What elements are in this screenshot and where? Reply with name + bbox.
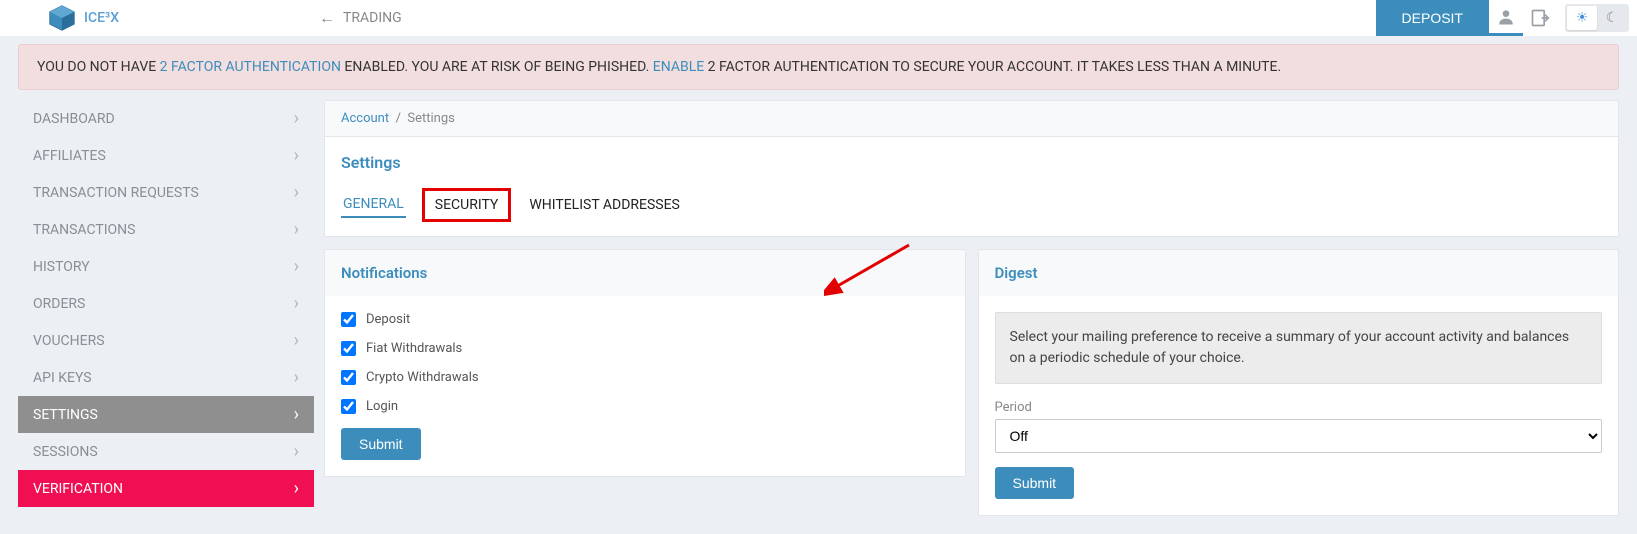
- digest-body: Select your mailing preference to receiv…: [978, 296, 1620, 516]
- chevron-right-icon: ›: [294, 404, 299, 425]
- notifications-submit-button[interactable]: Submit: [341, 428, 421, 460]
- nav-label: TRADING: [343, 10, 402, 26]
- tab-general[interactable]: GENERAL: [341, 192, 406, 218]
- digest-description: Select your mailing preference to receiv…: [995, 312, 1603, 384]
- checkbox-deposit[interactable]: [341, 312, 356, 327]
- settings-tabs: GENERAL SECURITY WHITELIST ADDRESSES: [341, 188, 1602, 236]
- sidebar-item-orders[interactable]: ORDERS›: [18, 285, 314, 322]
- period-select[interactable]: Off: [995, 419, 1603, 453]
- light-mode-icon[interactable]: ☀: [1567, 6, 1597, 30]
- checkbox-crypto-withdrawals[interactable]: [341, 370, 356, 385]
- breadcrumb: Account / Settings: [341, 111, 1602, 126]
- settings-panel: Account / Settings Settings GENERAL SECU…: [324, 100, 1619, 237]
- notif-login[interactable]: Login: [341, 399, 949, 414]
- digest-submit-button[interactable]: Submit: [995, 467, 1075, 499]
- breadcrumb-current: Settings: [407, 111, 454, 126]
- notifications-title: Notifications: [341, 264, 949, 282]
- chevron-right-icon: ›: [294, 441, 299, 462]
- sidebar-item-verification[interactable]: VERIFICATION›: [18, 470, 314, 507]
- chevron-right-icon: ›: [294, 330, 299, 351]
- sidebar-item-affiliates[interactable]: AFFILIATES›: [18, 137, 314, 174]
- notif-deposit[interactable]: Deposit: [341, 312, 949, 327]
- digest-title: Digest: [995, 264, 1603, 282]
- sidebar-item-transaction-requests[interactable]: TRANSACTION REQUESTS›: [18, 174, 314, 211]
- brand-logo[interactable]: ICE³X: [48, 4, 119, 32]
- chevron-right-icon: ›: [294, 256, 299, 277]
- two-factor-alert: YOU DO NOT HAVE 2 FACTOR AUTHENTICATION …: [18, 44, 1619, 90]
- chevron-right-icon: ›: [294, 145, 299, 166]
- notifications-body: Deposit Fiat Withdrawals Crypto Withdraw…: [324, 296, 966, 477]
- nav-back[interactable]: ← TRADING: [319, 8, 402, 28]
- digest-header: Digest: [978, 249, 1620, 296]
- chevron-right-icon: ›: [294, 478, 299, 499]
- tab-security[interactable]: SECURITY: [422, 188, 512, 222]
- sidebar-item-dashboard[interactable]: DASHBOARD›: [18, 100, 314, 137]
- checkbox-fiat-withdrawals[interactable]: [341, 341, 356, 356]
- settings-title: Settings: [341, 153, 1602, 172]
- tab-whitelist[interactable]: WHITELIST ADDRESSES: [527, 193, 682, 217]
- sidebar-item-history[interactable]: HISTORY›: [18, 248, 314, 285]
- sidebar-item-vouchers[interactable]: VOUCHERS›: [18, 322, 314, 359]
- chevron-right-icon: ›: [294, 108, 299, 129]
- notifications-header: Notifications: [324, 249, 966, 296]
- back-arrow-icon: ←: [319, 8, 335, 28]
- checkbox-login[interactable]: [341, 399, 356, 414]
- topbar: ICE³X ← TRADING DEPOSIT ☀ ☾: [0, 0, 1637, 36]
- alert-enable-link[interactable]: ENABLE: [653, 59, 704, 75]
- alert-2fa-link[interactable]: 2 FACTOR AUTHENTICATION: [160, 59, 341, 75]
- profile-icon[interactable]: [1489, 0, 1523, 36]
- sidebar-item-settings[interactable]: SETTINGS›: [18, 396, 314, 433]
- notif-fiat-withdrawals[interactable]: Fiat Withdrawals: [341, 341, 949, 356]
- theme-toggle[interactable]: ☀ ☾: [1565, 4, 1629, 32]
- brand-name: ICE³X: [84, 10, 119, 26]
- sidebar-item-sessions[interactable]: SESSIONS›: [18, 433, 314, 470]
- breadcrumb-account[interactable]: Account: [341, 111, 389, 126]
- logo-cube-icon: [48, 4, 76, 32]
- chevron-right-icon: ›: [294, 219, 299, 240]
- deposit-button[interactable]: DEPOSIT: [1376, 0, 1489, 36]
- logout-icon[interactable]: [1523, 0, 1557, 36]
- notif-crypto-withdrawals[interactable]: Crypto Withdrawals: [341, 370, 949, 385]
- period-label: Period: [995, 400, 1603, 415]
- chevron-right-icon: ›: [294, 293, 299, 314]
- dark-mode-icon[interactable]: ☾: [1597, 6, 1627, 30]
- sidebar-item-transactions[interactable]: TRANSACTIONS›: [18, 211, 314, 248]
- sidebar: DASHBOARD› AFFILIATES› TRANSACTION REQUE…: [18, 100, 314, 516]
- chevron-right-icon: ›: [294, 182, 299, 203]
- chevron-right-icon: ›: [294, 367, 299, 388]
- sidebar-item-api-keys[interactable]: API KEYS›: [18, 359, 314, 396]
